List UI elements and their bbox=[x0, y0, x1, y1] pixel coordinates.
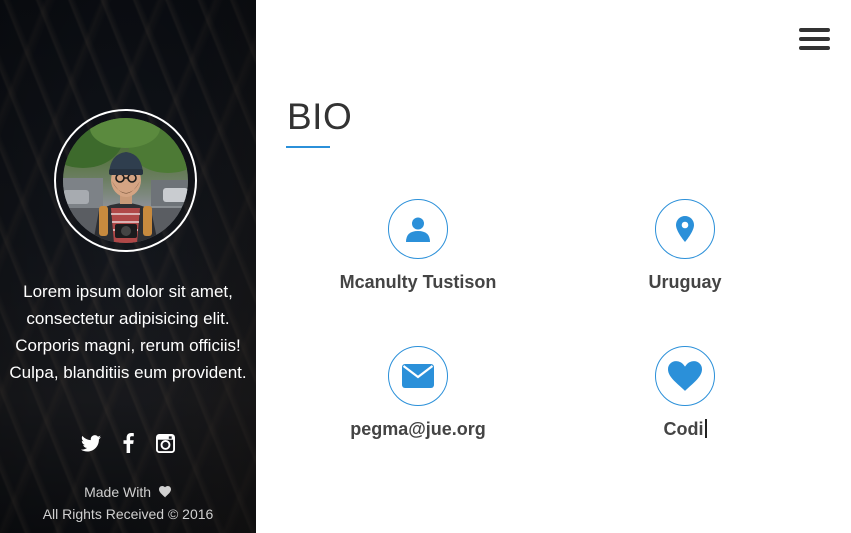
page-title: BIO bbox=[287, 96, 353, 137]
info-label-location: Uruguay bbox=[648, 272, 722, 292]
sidebar: Lorem ipsum dolor sit amet, consectetur … bbox=[0, 0, 256, 533]
text-cursor bbox=[704, 419, 707, 438]
envelope-icon bbox=[388, 346, 448, 406]
social-links bbox=[0, 432, 256, 454]
info-label-email: pegma@jue.org bbox=[350, 419, 486, 439]
info-item-name: Mcanulty Tustison bbox=[308, 199, 528, 293]
avatar-ring bbox=[54, 109, 197, 252]
made-with-line: Made With bbox=[0, 482, 256, 504]
made-with-text: Made With bbox=[84, 484, 152, 500]
info-label-name: Mcanulty Tustison bbox=[339, 272, 497, 292]
heart-icon bbox=[655, 346, 715, 406]
facebook-icon[interactable] bbox=[118, 432, 138, 454]
avatar bbox=[63, 118, 188, 243]
info-item-location: Uruguay bbox=[575, 199, 795, 293]
info-item-hobby: Codi bbox=[575, 346, 795, 440]
map-marker-icon bbox=[655, 199, 715, 259]
user-icon bbox=[388, 199, 448, 259]
sidebar-footer: Made With All Rights Received © 2016 bbox=[0, 482, 256, 525]
info-item-email: pegma@jue.org bbox=[308, 346, 528, 440]
twitter-icon[interactable] bbox=[81, 432, 101, 454]
hamburger-menu-icon[interactable] bbox=[799, 27, 830, 51]
hobby-text: Codi bbox=[663, 419, 704, 439]
page: Lorem ipsum dolor sit amet, consectetur … bbox=[0, 0, 851, 533]
heart-icon bbox=[158, 483, 172, 504]
copyright-text: All Rights Received © 2016 bbox=[42, 506, 214, 522]
title-underline bbox=[286, 146, 330, 148]
bio-text: Lorem ipsum dolor sit amet, consectetur … bbox=[9, 282, 247, 382]
instagram-icon[interactable] bbox=[155, 432, 175, 454]
info-label-hobby: Codi bbox=[575, 419, 795, 440]
